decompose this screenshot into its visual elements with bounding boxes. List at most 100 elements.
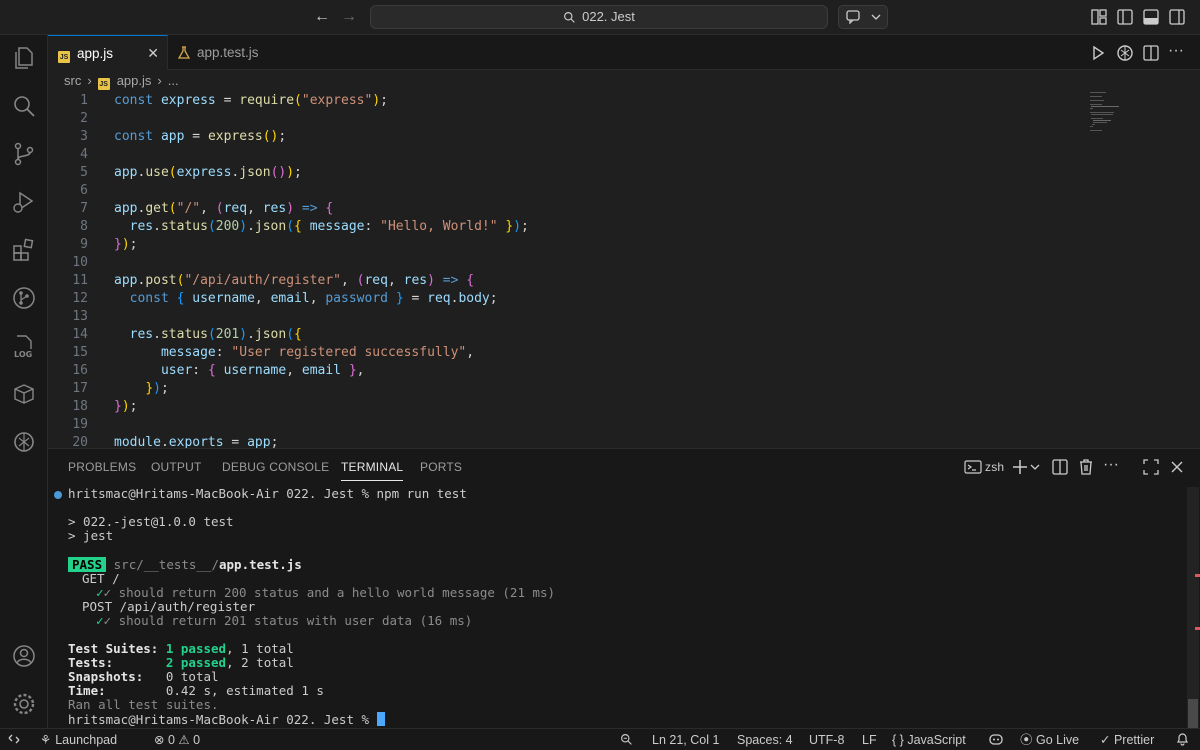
tab-label: app.test.js [197,45,259,60]
back-arrow-icon[interactable]: ← [312,7,332,27]
terminal-shell-name[interactable]: zsh [985,460,1004,474]
language-mode[interactable]: { } JavaScript [892,729,966,750]
line-number: 1 [80,93,88,108]
chatgpt-icon[interactable] [11,429,37,455]
explorer-icon[interactable] [11,45,37,71]
problems-indicator[interactable]: ⊗ 0 ⚠ 0 [154,729,200,750]
accounts-icon[interactable] [11,643,37,669]
launchpad-button[interactable]: ⚘ Launchpad [40,729,117,750]
line-number: 15 [72,345,88,360]
chat-icon [846,10,860,24]
code-editor[interactable]: 1 const express = require("express"); 2 3… [48,92,1200,448]
cursor-position[interactable]: Ln 21, Col 1 [652,729,719,750]
toggle-panel-icon[interactable] [1142,8,1160,26]
tab-ports[interactable]: PORTS [420,460,462,474]
copilot-icon[interactable] [988,729,1004,750]
run-debug-icon[interactable] [11,189,37,215]
line-number: 10 [72,255,88,270]
more-actions-icon[interactable]: ··· [1168,43,1186,62]
terminal-cursor [376,712,385,726]
search-icon[interactable] [11,93,37,119]
line-number: 7 [80,201,88,216]
extensions-icon[interactable] [11,237,37,263]
code-line: 14 res.status(201).json({ [48,326,1088,344]
line-number: 4 [80,147,88,162]
close-icon[interactable] [1168,458,1186,476]
error-icon: ⊗ [154,733,165,747]
customize-layout-icon[interactable] [1090,8,1108,26]
terminal-current-prompt[interactable]: hritsmac@Hritams-MacBook-Air 022. Jest % [68,712,385,727]
line-number: 6 [80,183,88,198]
pass-badge: PASS [68,557,107,572]
summary-snapshots: Snapshots: 0 total [68,669,219,684]
test-group-get: GET / [82,571,120,586]
forward-arrow-icon[interactable]: → [339,7,359,27]
package-box-icon[interactable] [11,381,37,407]
breadcrumb: src › JS app.js ›... [48,70,1200,92]
flask-icon [177,46,191,59]
tab-app-test-js[interactable]: app.test.js [168,35,283,70]
toggle-primary-sidebar-icon[interactable] [1116,8,1134,26]
split-terminal-icon[interactable] [1051,458,1069,476]
chevron-down-icon[interactable] [1029,458,1041,476]
breadcrumb-symbols[interactable]: ... [168,73,179,88]
add-terminal-icon[interactable] [1011,458,1029,476]
command-center-text: 022. Jest [582,9,635,24]
maximize-panel-icon[interactable] [1142,458,1160,476]
tab-debug-console[interactable]: DEBUG CONSOLE [222,460,329,474]
line-number: 11 [72,273,88,288]
remote-indicator-icon[interactable] [8,729,20,750]
indentation[interactable]: Spaces: 4 [737,729,793,750]
activity-bar: LOG [0,35,48,728]
close-icon[interactable]: ✕ [147,36,159,71]
line-number: 13 [72,309,88,324]
output-log-icon[interactable]: LOG [11,333,37,359]
terminal-prompt-line: hritsmac@Hritams-MacBook-Air 022. Jest %… [68,486,467,501]
line-number: 3 [80,129,88,144]
encoding[interactable]: UTF-8 [809,729,844,750]
line-number: 9 [80,237,88,252]
terminal-icon [964,460,982,474]
code-line: 6 [48,182,1088,200]
trash-icon[interactable] [1077,458,1095,476]
code-line: 5 app.use(express.json()); [48,164,1088,182]
line-number: 18 [72,399,88,414]
command-center-search[interactable]: 022. Jest [370,5,828,29]
copilot-chat-button[interactable] [838,5,888,29]
chatgpt-icon[interactable] [1116,44,1134,62]
toggle-secondary-sidebar-icon[interactable] [1168,8,1186,26]
tab-problems[interactable]: PROBLEMS [68,460,136,474]
test-group-post: POST /api/auth/register [82,599,256,614]
test-result-2: ✓✓ should return 201 status with user da… [96,613,473,628]
go-live-button[interactable]: ⦿ Go Live [1020,729,1079,750]
tab-output[interactable]: OUTPUT [151,460,202,474]
line-number: 8 [80,219,88,234]
code-line: 11 app.post("/api/auth/register", (req, r… [48,272,1088,290]
end-of-line[interactable]: LF [862,729,877,750]
breadcrumb-file[interactable]: app.js [117,73,152,88]
run-icon[interactable] [1089,44,1107,62]
minimap[interactable] [1088,92,1148,132]
breadcrumb-folder[interactable]: src [64,73,81,88]
gear-icon[interactable] [11,691,37,717]
git-graph-icon[interactable] [11,285,37,311]
terminal-output[interactable]: hritsmac@Hritams-MacBook-Air 022. Jest %… [48,487,1178,729]
code-line: 18}); [48,398,1088,416]
tab-app-js[interactable]: JS app.js ✕ [48,35,168,70]
source-control-icon[interactable] [11,141,37,167]
braces-icon: { } [892,733,904,747]
terminal-scrollbar[interactable] [1186,487,1200,729]
prettier-button[interactable]: ✓ Prettier [1100,729,1154,750]
broadcast-icon: ⦿ [1020,733,1033,747]
code-line: 19 [48,416,1088,434]
more-actions-icon[interactable]: ··· [1103,457,1121,476]
prompt-status-dot [54,488,62,502]
tab-terminal[interactable]: TERMINAL [341,460,404,481]
zoom-icon[interactable] [620,729,633,750]
code-line: 17 }); [48,380,1088,398]
code-line: 12 const { username, email, password } =… [48,290,1088,308]
line-number: 20 [72,435,88,448]
split-editor-icon[interactable] [1142,44,1160,62]
bell-icon[interactable] [1176,729,1189,750]
code-line: 13 [48,308,1088,326]
